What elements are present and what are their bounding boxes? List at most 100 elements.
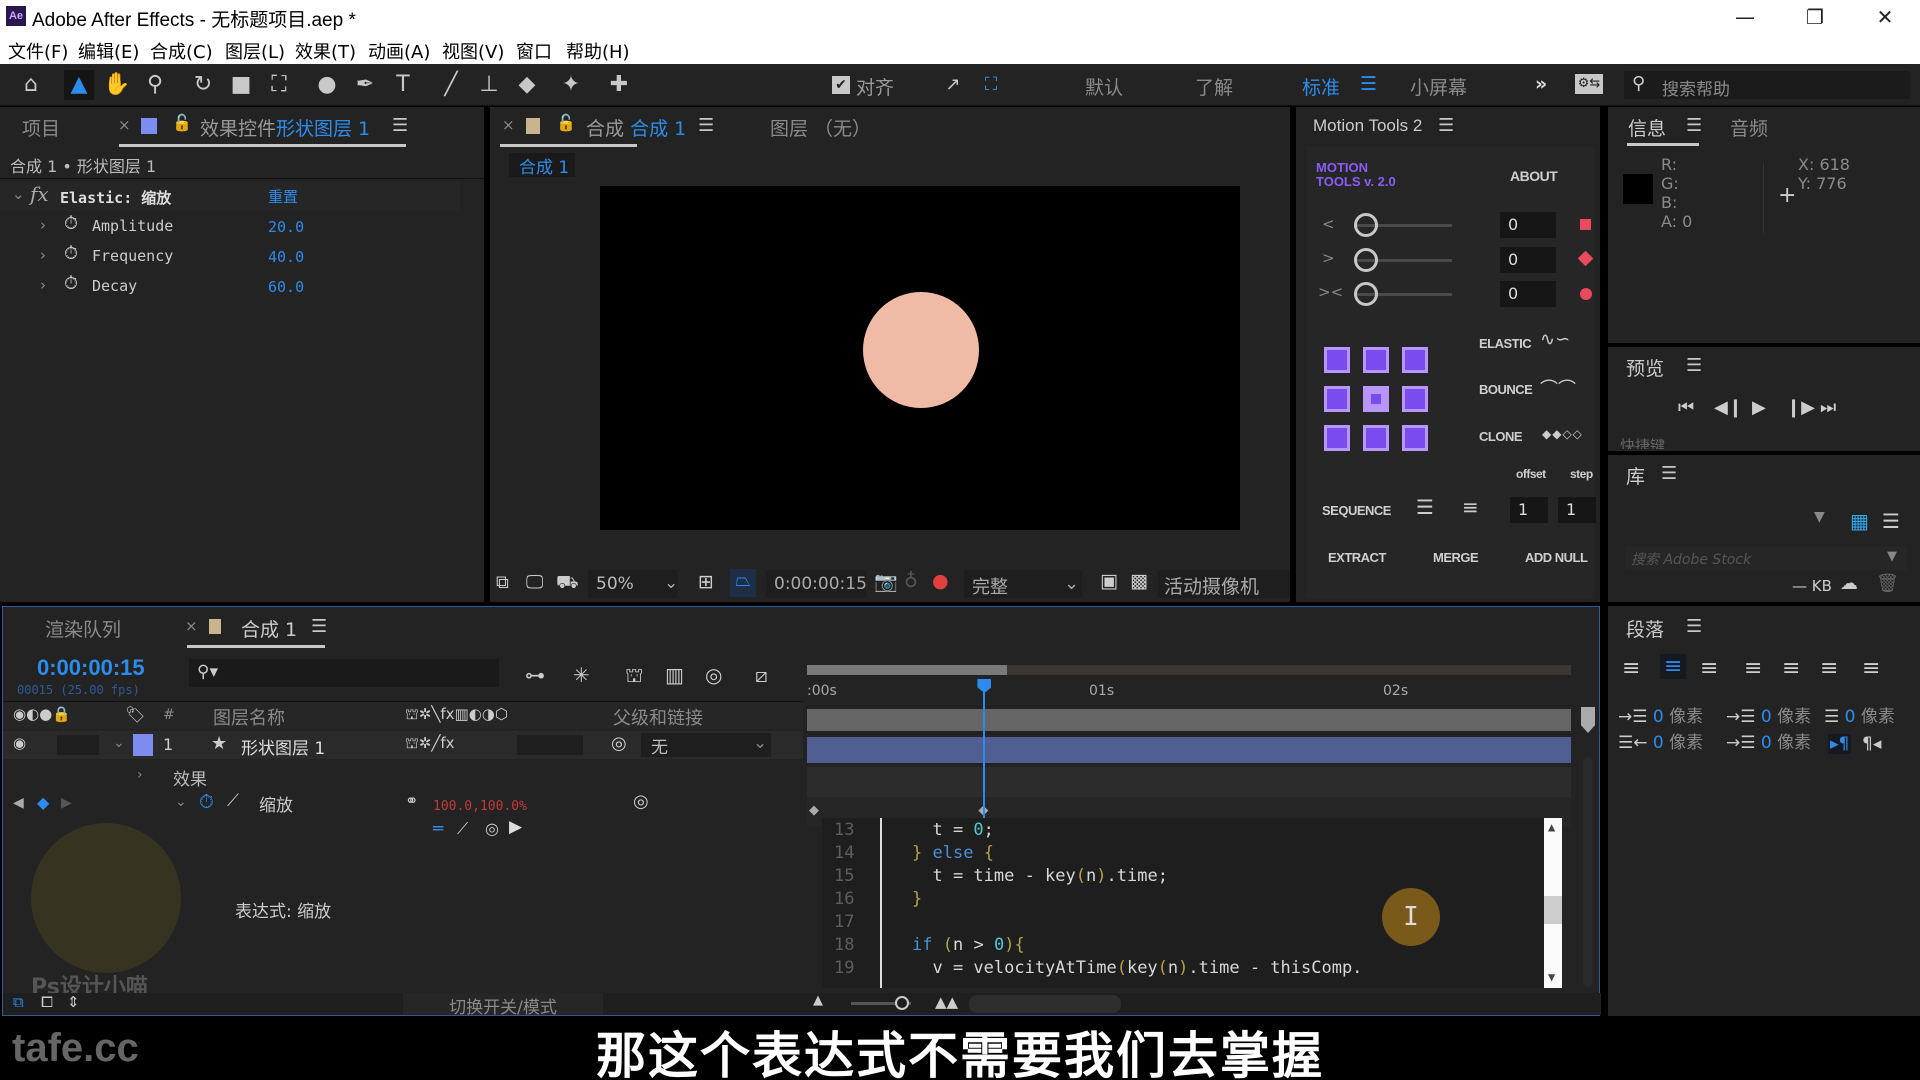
in-out-toggle-icon[interactable]: ⇕ bbox=[67, 993, 80, 1011]
merge-button[interactable]: MERGE bbox=[1433, 550, 1479, 565]
snap-features-icon[interactable]: ⛶ bbox=[976, 70, 1006, 100]
list-view-icon[interactable]: ☰ bbox=[1882, 509, 1900, 533]
align-right-icon[interactable]: ≡ bbox=[1700, 656, 1718, 681]
timeline-vertical-scrollbar[interactable] bbox=[1583, 757, 1593, 987]
rotate-tool-icon[interactable]: ↻ bbox=[188, 70, 218, 100]
ease-both-input[interactable]: 0 bbox=[1500, 281, 1556, 307]
show-snapshot-icon[interactable]: ♁ bbox=[904, 570, 918, 592]
toggle-transparency-icon[interactable]: ▩ bbox=[1130, 570, 1148, 592]
anchor-top-right[interactable] bbox=[1402, 347, 1428, 373]
close-tab-icon[interactable]: × bbox=[502, 116, 515, 134]
library-select[interactable]: ▼ bbox=[1620, 507, 1835, 535]
ease-in-input[interactable]: 0 bbox=[1500, 212, 1556, 238]
menu-view[interactable]: 视图(V) bbox=[442, 38, 504, 64]
ease-out-input[interactable]: 0 bbox=[1500, 247, 1556, 273]
justify-last-center-icon[interactable]: ≡ bbox=[1782, 656, 1800, 681]
close-button[interactable]: ✕ bbox=[1850, 0, 1920, 34]
restore-button[interactable]: ❐ bbox=[1780, 0, 1850, 34]
ltr-direction-icon[interactable]: ▸¶ bbox=[1828, 734, 1852, 754]
menu-effect[interactable]: 效果(T) bbox=[295, 38, 356, 64]
graph-editor-icon[interactable]: ⧄ bbox=[755, 663, 768, 687]
playhead-handle[interactable] bbox=[977, 679, 992, 693]
effect-reset-link[interactable]: 重置 bbox=[268, 186, 298, 207]
layer-switches[interactable]: ⛫✲╱fx bbox=[405, 734, 455, 754]
clone-dots-icon[interactable]: ◆◆◇◇ bbox=[1542, 427, 1583, 441]
lock-icon[interactable]: 🔓 bbox=[556, 113, 576, 132]
panel-menu-icon[interactable]: ☰ bbox=[1661, 463, 1677, 484]
step-input[interactable]: 1 bbox=[1558, 497, 1596, 523]
effects-group-label[interactable]: 效果 bbox=[173, 765, 207, 790]
ease-both-slider-knob[interactable] bbox=[1354, 282, 1378, 306]
panel-menu-icon[interactable]: ☰ bbox=[1686, 355, 1702, 376]
zoom-slider-knob[interactable] bbox=[895, 996, 909, 1010]
toggle-switches-modes-button[interactable]: 切换开关/模式 bbox=[403, 993, 603, 1018]
menu-file[interactable]: 文件(F) bbox=[8, 38, 68, 64]
sequence-layers-icon[interactable]: ☰ bbox=[1416, 495, 1434, 519]
code-line[interactable]: t = 0; bbox=[912, 820, 993, 840]
workspace-small-screen[interactable]: 小屏幕 bbox=[1410, 73, 1467, 100]
current-time-display[interactable]: 0:00:00:15 bbox=[766, 570, 867, 598]
anchor-top-left[interactable] bbox=[1324, 347, 1350, 373]
menu-edit[interactable]: 编辑(E) bbox=[78, 38, 139, 64]
brush-tool-icon[interactable]: ╱ bbox=[436, 70, 466, 100]
sequence-stairs-icon[interactable]: ≡ bbox=[1462, 495, 1479, 519]
timeline-horizontal-scrollbar[interactable] bbox=[969, 995, 1121, 1013]
effect-header-row[interactable]: ⌄ fx Elastic: 缩放 重置 bbox=[0, 181, 460, 211]
prev-frame-icon[interactable]: ◀︎❙ bbox=[1714, 397, 1743, 418]
comp-viewer[interactable] bbox=[600, 186, 1240, 530]
panel-menu-icon[interactable]: ☰ bbox=[311, 616, 327, 637]
comp-flowchart-tab[interactable]: 合成 1 bbox=[509, 153, 575, 178]
playhead[interactable] bbox=[983, 679, 986, 829]
graph-icon[interactable]: ⟋ bbox=[227, 791, 239, 811]
region-of-interest-icon[interactable]: ⊞ bbox=[698, 571, 714, 593]
collapse-chevron-icon[interactable]: ⌄ bbox=[12, 185, 25, 203]
panel-menu-icon[interactable]: ☰ bbox=[392, 115, 408, 136]
rtl-direction-icon[interactable]: ¶◂ bbox=[1862, 734, 1881, 754]
timeline-zoom-slider[interactable] bbox=[851, 996, 911, 1010]
code-line[interactable]: } else { bbox=[912, 843, 994, 863]
space-before-field[interactable]: →☰ 0 像素 bbox=[1726, 702, 1811, 727]
anchor-center[interactable] bbox=[1363, 386, 1389, 412]
code-line[interactable]: v = velocityAtTime(key(n).time - thisCom… bbox=[912, 958, 1362, 978]
workspace-menu-icon[interactable]: ☰ bbox=[1360, 73, 1377, 95]
pen-tool-icon[interactable]: ✒ bbox=[350, 70, 380, 100]
fx-icon[interactable]: fx bbox=[30, 182, 49, 206]
panel-menu-icon[interactable]: ☰ bbox=[1686, 616, 1702, 637]
hand-tool-icon[interactable]: ✋ bbox=[102, 70, 132, 100]
code-line[interactable]: } bbox=[912, 889, 922, 909]
workspace-standard[interactable]: 标准 bbox=[1302, 73, 1340, 100]
scroll-down-icon[interactable]: ▼ bbox=[1548, 970, 1555, 984]
expand-chevron-icon[interactable]: ⌄ bbox=[113, 735, 125, 751]
bounce-wave-icon[interactable]: ⌒⌒ bbox=[1540, 375, 1576, 401]
work-area-bar[interactable] bbox=[807, 709, 1571, 731]
pick-whip-icon[interactable]: ◎ bbox=[611, 733, 627, 754]
space-after-field[interactable]: →☰ 0 像素 bbox=[1726, 728, 1811, 753]
scale-value[interactable]: 100.0,100.0% bbox=[433, 799, 527, 814]
align-center-icon[interactable]: ≡ bbox=[1660, 654, 1687, 679]
anchor-middle-left[interactable] bbox=[1324, 386, 1350, 412]
zoom-select[interactable]: 50% ⌄ bbox=[588, 570, 678, 598]
add-keyframe-icon[interactable]: ◆ bbox=[37, 793, 49, 812]
ellipse-tool-icon[interactable]: ● bbox=[312, 70, 342, 100]
elastic-button[interactable]: ELASTIC bbox=[1479, 336, 1532, 351]
panel-menu-icon[interactable]: ☰ bbox=[1438, 115, 1454, 136]
workspace-learn[interactable]: 了解 bbox=[1195, 73, 1233, 100]
snap-edges-icon[interactable]: ↗ bbox=[938, 70, 968, 100]
align-left-icon[interactable]: ≡ bbox=[1622, 656, 1640, 681]
bounce-button[interactable]: BOUNCE bbox=[1479, 382, 1533, 397]
composition-navigator-icon[interactable]: ⊶ bbox=[525, 663, 545, 687]
stock-search-input[interactable]: 搜索 Adobe Stock ▼ bbox=[1625, 546, 1907, 570]
eye-icon[interactable]: ◉ bbox=[13, 734, 26, 752]
param-value[interactable]: 60.0 bbox=[268, 278, 304, 296]
about-button[interactable]: ABOUT bbox=[1510, 168, 1558, 184]
timeline-current-time[interactable]: 0:00:00:15 bbox=[37, 655, 145, 681]
tab-effect-controls[interactable]: 效果控件形状图层 1 bbox=[200, 114, 370, 141]
param-value[interactable]: 20.0 bbox=[268, 218, 304, 236]
frame-blending-icon[interactable]: ▥ bbox=[665, 663, 684, 687]
parent-select[interactable]: 无 ⌄ bbox=[641, 733, 771, 758]
zoom-out-icon[interactable]: ▲ bbox=[813, 993, 823, 1008]
expand-chevron-icon[interactable]: ⌄ bbox=[175, 794, 187, 810]
video-toggle-icon[interactable]: ◉◐●🔒 bbox=[13, 705, 71, 723]
layer-search-input[interactable]: ⚲▾ bbox=[189, 659, 499, 687]
puppet-pin-tool-icon[interactable]: ✚ bbox=[604, 70, 634, 100]
